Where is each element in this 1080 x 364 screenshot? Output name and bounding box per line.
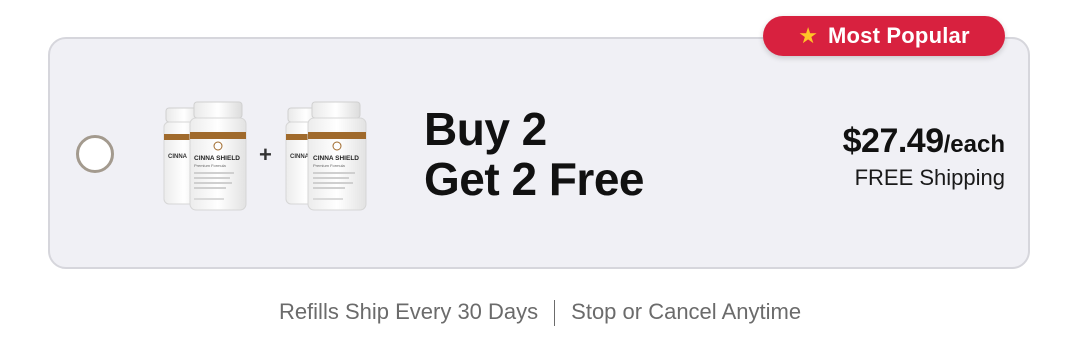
svg-text:CINNA: CINNA	[168, 154, 188, 160]
bottle-front-left: CINNA SHIELD Premium Formula	[189, 101, 247, 211]
cancel-note: Stop or Cancel Anytime	[571, 299, 802, 324]
headline-line-1: Buy 2	[424, 103, 547, 155]
offer-radio-button[interactable]	[76, 135, 114, 173]
subscription-note: Refills Ship Every 30 Days Stop or Cancel…	[0, 299, 1080, 327]
unit-price: $27.49	[842, 122, 945, 160]
badge-label: Most Popular	[827, 23, 970, 48]
refill-note: Refills Ship Every 30 Days	[278, 299, 539, 324]
product-label-right: CINNA SHIELD	[313, 155, 359, 162]
svg-text:Premium Formula: Premium Formula	[313, 163, 346, 168]
headline-line-2: Get 2 Free	[424, 153, 645, 205]
product-bottles-image: CINNA CINNA SHIELD Premium Formula + CIN…	[163, 101, 367, 211]
star-icon: ★	[798, 23, 818, 48]
offer-headline: Buy 2 Get 2 Free	[424, 103, 645, 205]
divider	[554, 300, 556, 327]
price-block: $27.49/each FREE Shipping	[843, 122, 1005, 191]
shipping-text: FREE Shipping	[854, 165, 1005, 190]
bottle-front-right: CINNA SHIELD Premium Formula	[307, 101, 367, 211]
svg-text:Premium Formula: Premium Formula	[194, 163, 227, 168]
price-unit: /each	[943, 131, 1005, 158]
most-popular-badge: ★ Most Popular	[763, 16, 1005, 56]
product-label-left: CINNA SHIELD	[194, 155, 240, 162]
plus-sign: +	[259, 142, 272, 167]
svg-text:CINNA: CINNA	[290, 154, 310, 160]
